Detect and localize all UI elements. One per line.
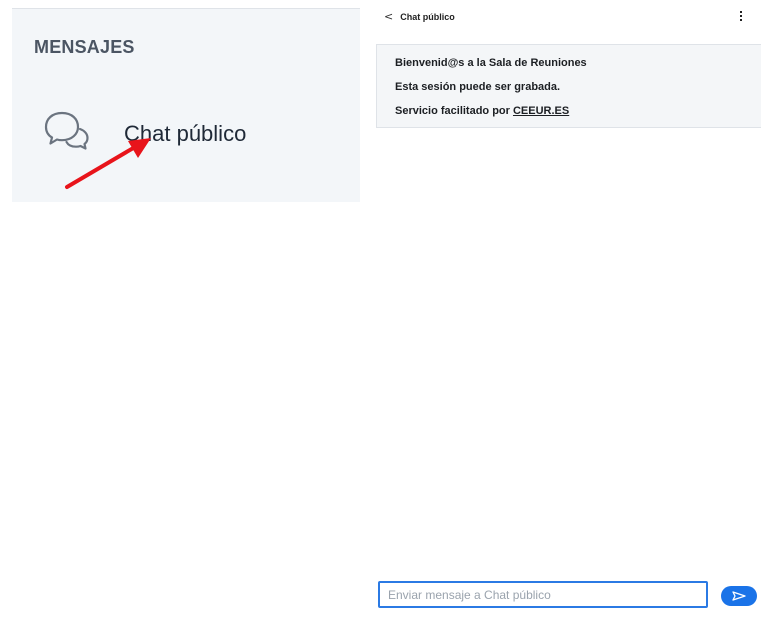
welcome-line-1: Bienvenid@s a la Sala de Reuniones — [395, 57, 587, 69]
send-icon — [732, 591, 746, 601]
more-vertical-icon-dot — [740, 15, 742, 17]
welcome-line-2: Esta sesión puede ser grabada. — [395, 81, 561, 93]
chat-bubbles-icon — [44, 111, 89, 150]
ceeur-link[interactable]: CEEUR.ES — [513, 105, 569, 117]
welcome-line-3-prefix: Servicio facilitado por — [395, 105, 513, 117]
page: MENSAJES Chat público < Chat público Bie… — [0, 0, 764, 619]
send-button[interactable] — [721, 586, 757, 606]
more-vertical-icon-dot — [740, 18, 742, 21]
public-chat-item[interactable]: Chat público — [42, 99, 342, 163]
more-vertical-icon-dot — [740, 11, 742, 14]
chevron-left-icon: < — [384, 10, 394, 23]
chat-title: Chat público — [400, 11, 455, 22]
welcome-message: Bienvenid@s a la Sala de Reuniones Esta … — [376, 44, 761, 128]
message-input[interactable] — [378, 581, 708, 608]
back-button[interactable]: < Chat público — [384, 10, 455, 23]
messages-title: MENSAJES — [34, 37, 135, 57]
messages-panel: MENSAJES Chat público — [12, 8, 360, 202]
public-chat-label: Chat público — [124, 121, 247, 146]
chat-header: < Chat público — [376, 6, 760, 30]
welcome-line-3: Servicio facilitado por CEEUR.ES — [395, 105, 569, 117]
more-options-button[interactable] — [736, 8, 746, 24]
